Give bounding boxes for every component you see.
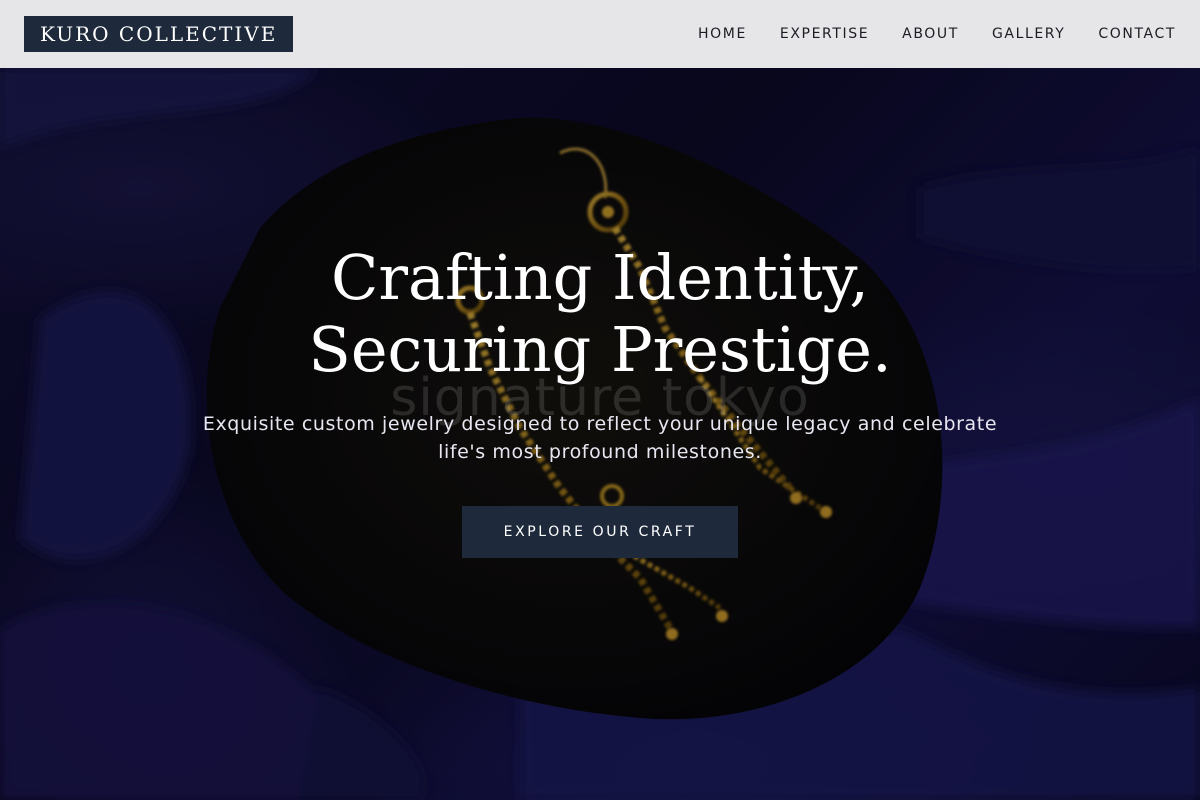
hero-content: signature tokyo Crafting Identity, Secur… bbox=[0, 68, 1200, 800]
explore-craft-button[interactable]: EXPLORE OUR CRAFT bbox=[462, 506, 738, 558]
subtext-line-2: life's most profound milestones. bbox=[438, 441, 762, 463]
headline-line-2: Securing Prestige. bbox=[308, 313, 892, 386]
site-header: KURO COLLECTIVE HOME EXPERTISE ABOUT GAL… bbox=[0, 0, 1200, 68]
brand-logo[interactable]: KURO COLLECTIVE bbox=[24, 16, 294, 52]
nav-home[interactable]: HOME bbox=[698, 26, 747, 42]
hero-subtext: Exquisite custom jewelry designed to ref… bbox=[160, 410, 1040, 466]
nav-gallery[interactable]: GALLERY bbox=[992, 26, 1065, 42]
hero-headline: Crafting Identity, Securing Prestige. bbox=[0, 242, 1200, 386]
main-nav: HOME EXPERTISE ABOUT GALLERY CONTACT bbox=[698, 26, 1176, 42]
nav-contact[interactable]: CONTACT bbox=[1098, 26, 1176, 42]
nav-about[interactable]: ABOUT bbox=[902, 26, 959, 42]
hero-section: signature tokyo Crafting Identity, Secur… bbox=[0, 68, 1200, 800]
subtext-line-1: Exquisite custom jewelry designed to ref… bbox=[202, 413, 998, 435]
headline-line-1: Crafting Identity, bbox=[330, 241, 870, 314]
nav-expertise[interactable]: EXPERTISE bbox=[780, 26, 869, 42]
